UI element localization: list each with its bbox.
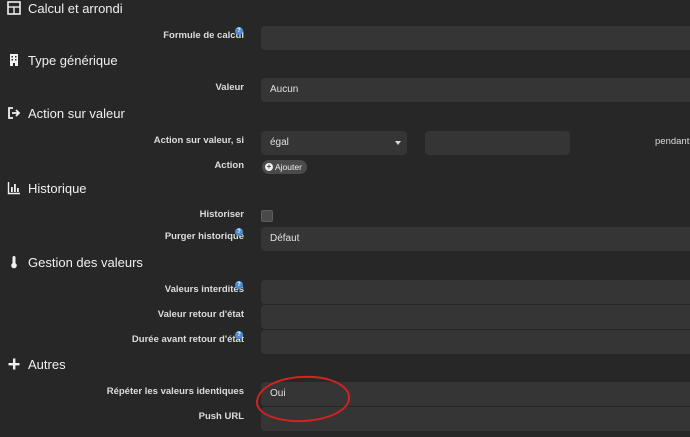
section-type: Type générique xyxy=(0,48,118,72)
section-title-historique: Historique xyxy=(28,180,87,196)
help-icon[interactable]: ? xyxy=(235,27,243,35)
purger-label: Purger historique xyxy=(164,231,244,242)
section-calcul: Calcul et arrondi xyxy=(0,0,123,20)
help-icon[interactable]: ? xyxy=(235,331,243,339)
historiser-checkbox[interactable] xyxy=(261,210,273,222)
building-icon xyxy=(7,53,21,67)
repeter-label: Répéter les valeurs identiques xyxy=(106,386,244,397)
repeter-select[interactable]: Oui xyxy=(261,382,690,406)
help-icon[interactable]: ? xyxy=(235,228,243,236)
action-condition-value: égal xyxy=(270,137,289,148)
section-title-calcul: Calcul et arrondi xyxy=(28,0,123,16)
formule-label: Formule de calcul xyxy=(163,30,244,41)
historiser-label: Historiser xyxy=(199,209,244,220)
section-title-action: Action sur valeur xyxy=(28,105,125,121)
push-url-input[interactable] xyxy=(261,407,690,431)
ajouter-button[interactable]: + Ajouter xyxy=(262,160,307,174)
interdites-label: Valeurs interdites xyxy=(164,284,244,295)
bar-chart-icon xyxy=(7,181,21,195)
section-title-type: Type générique xyxy=(28,52,118,68)
duree-input[interactable] xyxy=(261,330,690,354)
action-value-input[interactable] xyxy=(425,131,570,155)
section-action: Action sur valeur xyxy=(0,101,125,125)
action-condition-select[interactable]: égal xyxy=(261,131,407,155)
valeur-select[interactable]: Aucun xyxy=(261,78,690,102)
push-url-label: Push URL xyxy=(198,411,244,422)
table-icon xyxy=(7,1,21,15)
retour-input[interactable] xyxy=(261,305,690,329)
plus-icon xyxy=(7,357,21,371)
section-title-autres: Autres xyxy=(28,356,66,372)
duree-label: Durée avant retour d'état xyxy=(131,334,244,345)
section-historique: Historique xyxy=(0,176,87,200)
action-si-label: Action sur valeur, si xyxy=(153,135,244,146)
purger-select[interactable]: Défaut xyxy=(261,227,690,251)
retour-label: Valeur retour d'état xyxy=(157,309,244,320)
chevron-down-icon xyxy=(395,141,401,145)
sign-out-icon xyxy=(7,106,21,120)
ajouter-label: Ajouter xyxy=(275,162,302,172)
interdites-input[interactable] xyxy=(261,280,690,304)
thermometer-icon xyxy=(7,255,21,269)
formule-input[interactable] xyxy=(261,26,690,50)
action-label: Action xyxy=(214,160,244,171)
help-icon[interactable]: ? xyxy=(235,281,243,289)
section-title-gestion: Gestion des valeurs xyxy=(28,254,143,270)
plus-circle-icon: + xyxy=(265,162,273,171)
section-gestion: Gestion des valeurs xyxy=(0,250,143,274)
section-autres: Autres xyxy=(0,352,66,376)
pendant-label: pendant xyxy=(655,136,690,147)
valeur-label: Valeur xyxy=(215,82,244,93)
